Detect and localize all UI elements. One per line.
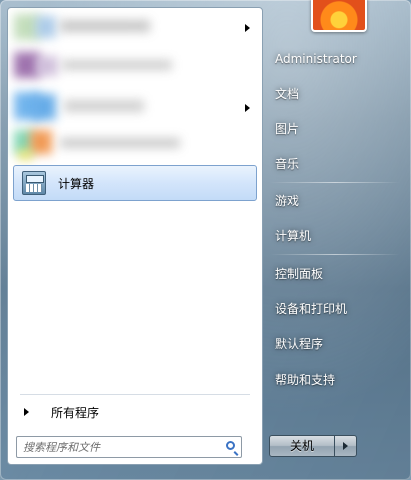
app-label-redacted xyxy=(64,100,144,112)
program-list-pane: 计算器 所有程序 xyxy=(7,7,263,465)
search-box[interactable] xyxy=(16,436,242,458)
app-icon xyxy=(36,56,58,76)
app-icon xyxy=(36,16,56,38)
right-link-documents[interactable]: 文档 xyxy=(275,85,299,103)
right-link-devices-printers[interactable]: 设备和打印机 xyxy=(275,300,347,318)
app-label-redacted xyxy=(60,138,180,148)
submenu-arrow-icon xyxy=(245,24,250,32)
all-programs-label: 所有程序 xyxy=(51,405,100,420)
divider xyxy=(270,254,400,255)
right-link-user[interactable]: Administrator xyxy=(275,50,357,68)
user-picture[interactable] xyxy=(311,0,367,32)
app-label-redacted xyxy=(62,60,172,70)
shutdown-button[interactable]: 关机 xyxy=(269,435,335,457)
divider xyxy=(270,182,400,183)
pinned-item[interactable] xyxy=(8,88,262,124)
right-link-control-panel[interactable]: 控制面板 xyxy=(275,265,323,283)
calculator-icon xyxy=(22,171,46,195)
pinned-item[interactable] xyxy=(8,48,262,84)
pinned-item[interactable] xyxy=(8,10,262,46)
right-link-music[interactable]: 音乐 xyxy=(275,155,299,173)
right-link-default-programs[interactable]: 默认程序 xyxy=(275,335,323,353)
recent-item-label: 计算器 xyxy=(58,176,95,191)
search-input[interactable] xyxy=(23,440,213,454)
submenu-arrow-icon xyxy=(245,104,250,112)
shutdown-options-button[interactable] xyxy=(335,435,357,457)
all-programs-button[interactable]: 所有程序 xyxy=(14,400,258,424)
app-label-redacted xyxy=(60,20,150,32)
right-link-computer[interactable]: 计算机 xyxy=(275,227,311,245)
app-icon xyxy=(34,94,56,120)
app-icon xyxy=(30,130,52,154)
pinned-item[interactable] xyxy=(8,126,262,162)
right-link-games[interactable]: 游戏 xyxy=(275,192,299,210)
recent-item-calculator[interactable]: 计算器 xyxy=(13,165,257,201)
right-link-help-support[interactable]: 帮助和支持 xyxy=(275,371,335,389)
right-link-pictures[interactable]: 图片 xyxy=(275,120,299,138)
app-icon xyxy=(18,150,32,160)
divider xyxy=(20,394,250,395)
search-icon[interactable] xyxy=(226,441,235,450)
expand-arrow-icon xyxy=(24,408,29,416)
